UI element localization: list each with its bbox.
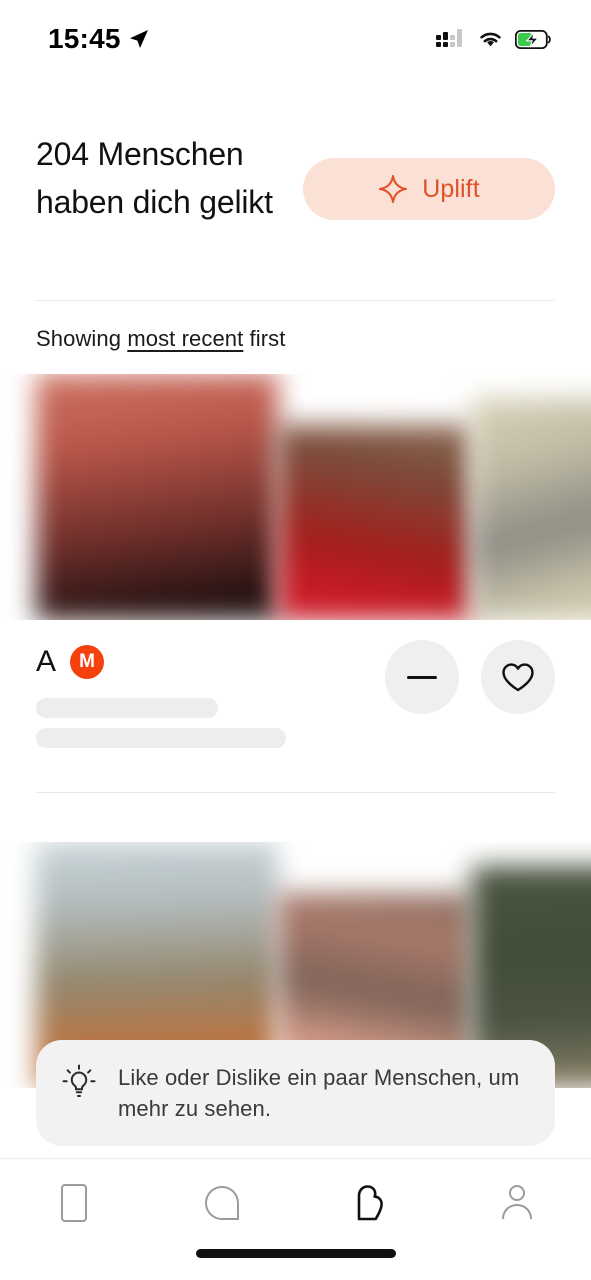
heart-outline-icon	[502, 662, 534, 691]
person-name: A	[36, 645, 57, 678]
status-bar: 15:45	[0, 0, 591, 78]
like-list-item: A M	[0, 640, 591, 748]
chat-bubble-icon	[204, 1186, 239, 1220]
tip-text: Like oder Dislike ein paar Menschen, um …	[118, 1065, 520, 1121]
sort-suffix: first	[243, 326, 286, 351]
nav-item-likes[interactable]	[324, 1181, 414, 1225]
nav-item-cards[interactable]	[29, 1181, 119, 1225]
uplift-button[interactable]: Uplift	[303, 158, 555, 220]
like-photos-row-1[interactable]	[0, 374, 591, 620]
like-button[interactable]	[481, 640, 555, 714]
tip-toast: Like oder Dislike ein paar Menschen, um …	[36, 1040, 555, 1146]
wifi-icon	[480, 32, 501, 47]
member-badge: M	[70, 645, 105, 679]
sparkle-icon	[379, 174, 408, 204]
skeleton-bar	[36, 728, 286, 748]
sort-row: Showing most recent first	[36, 326, 286, 352]
nav-item-profile[interactable]	[472, 1181, 562, 1225]
list-divider	[36, 792, 555, 793]
photo-tile[interactable]	[472, 398, 591, 620]
minus-icon	[407, 675, 437, 679]
status-time: 15:45	[48, 23, 121, 54]
home-indicator	[195, 1249, 396, 1258]
battery-charging-icon	[515, 29, 551, 49]
dislike-button[interactable]	[385, 640, 459, 714]
photo-tile[interactable]	[278, 425, 472, 620]
page-header: 204 Menschen haben dich gelikt Uplift	[0, 78, 591, 226]
cellular-signal-icon	[436, 29, 462, 47]
status-time-group: 15:45	[48, 23, 149, 55]
bottom-nav	[0, 1158, 591, 1280]
header-divider	[36, 300, 555, 301]
page-title: 204 Menschen haben dich gelikt	[36, 136, 273, 220]
status-indicators	[436, 29, 551, 49]
uplift-button-label: Uplift	[422, 174, 480, 203]
sort-prefix: Showing	[36, 326, 128, 351]
location-arrow-icon	[129, 30, 148, 48]
photo-tile[interactable]	[36, 374, 278, 620]
like-actions	[385, 640, 555, 714]
nav-item-chats[interactable]	[177, 1181, 267, 1225]
sort-filter-link[interactable]: most recent	[127, 326, 243, 351]
heart-tilted-icon	[358, 1185, 384, 1221]
person-icon	[502, 1185, 533, 1220]
card-deck-icon	[60, 1184, 87, 1222]
skeleton-bar	[36, 698, 218, 718]
lightbulb-icon	[62, 1064, 96, 1097]
